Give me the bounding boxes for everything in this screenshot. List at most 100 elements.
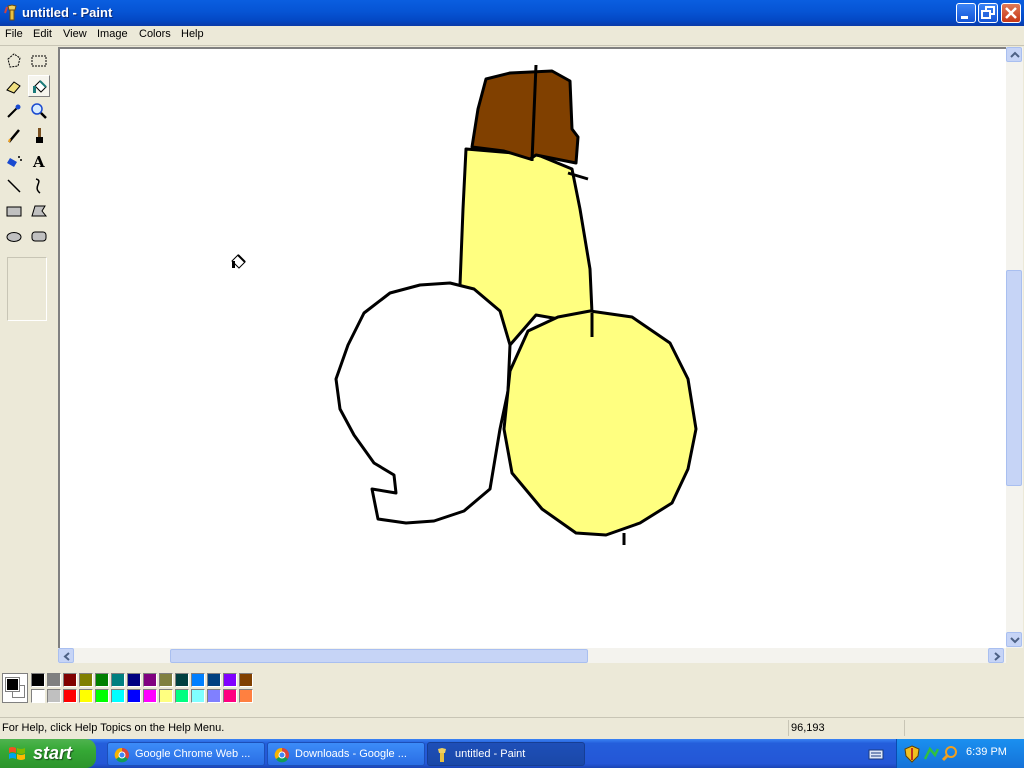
menu-colors[interactable]: Colors bbox=[139, 28, 171, 40]
palette-swatch[interactable] bbox=[47, 673, 61, 687]
taskbar-item-chrome-web[interactable]: Google Chrome Web ... bbox=[107, 742, 265, 766]
brush-icon bbox=[36, 128, 43, 143]
palette-swatch[interactable] bbox=[239, 689, 253, 703]
window-title: untitled - Paint bbox=[22, 5, 113, 20]
palette-swatch[interactable] bbox=[111, 673, 125, 687]
tool-options-box[interactable] bbox=[7, 257, 47, 321]
palette-swatch[interactable] bbox=[95, 689, 109, 703]
menu-view[interactable]: View bbox=[63, 28, 87, 40]
palette-swatch[interactable] bbox=[191, 689, 205, 703]
rect-select-icon bbox=[31, 55, 47, 67]
canvas-area[interactable] bbox=[58, 47, 1006, 648]
tool-free-form-select[interactable] bbox=[3, 50, 25, 72]
chevron-up-icon bbox=[1010, 51, 1020, 58]
curve-icon bbox=[35, 178, 41, 194]
network-icon[interactable] bbox=[923, 745, 939, 763]
palette-swatch[interactable] bbox=[63, 673, 77, 687]
tool-rectangle[interactable] bbox=[3, 200, 25, 222]
windows-logo-icon bbox=[9, 747, 25, 760]
palette-swatch[interactable] bbox=[223, 689, 237, 703]
palette-swatch[interactable] bbox=[175, 689, 189, 703]
shield-icon[interactable] bbox=[904, 745, 920, 763]
toolbox: A bbox=[0, 47, 56, 663]
maximize-button[interactable] bbox=[978, 3, 998, 23]
taskbar-item-label: Downloads - Google ... bbox=[295, 748, 407, 760]
tool-pick-color[interactable] bbox=[3, 100, 25, 122]
drawing-right-circle bbox=[502, 309, 698, 537]
drawing-canvas[interactable] bbox=[60, 49, 1006, 648]
search-icon[interactable] bbox=[942, 745, 958, 763]
palette-swatch[interactable] bbox=[95, 673, 109, 687]
line-icon bbox=[7, 179, 21, 193]
scroll-up-button[interactable] bbox=[1006, 47, 1022, 62]
palette-swatch[interactable] bbox=[127, 689, 141, 703]
chevron-left-icon bbox=[63, 652, 70, 661]
palette-swatch[interactable] bbox=[143, 673, 157, 687]
tool-curve[interactable] bbox=[28, 175, 50, 197]
free-select-icon bbox=[7, 53, 21, 68]
taskbar-item-downloads[interactable]: Downloads - Google ... bbox=[267, 742, 425, 766]
palette-swatch[interactable] bbox=[191, 673, 205, 687]
chrome-icon bbox=[274, 747, 289, 763]
taskbar-item-label: Google Chrome Web ... bbox=[135, 748, 251, 760]
taskbar-item-label: untitled - Paint bbox=[455, 748, 526, 760]
ellipse-icon bbox=[6, 232, 22, 242]
tool-fill-with-color[interactable] bbox=[28, 75, 50, 97]
palette-swatch[interactable] bbox=[79, 689, 93, 703]
palette-swatch[interactable] bbox=[47, 689, 61, 703]
palette-swatch[interactable] bbox=[239, 673, 253, 687]
menu-file[interactable]: File bbox=[5, 28, 23, 40]
minimize-button[interactable] bbox=[956, 3, 976, 23]
keyboard-icon[interactable] bbox=[868, 746, 884, 762]
close-button[interactable] bbox=[1001, 3, 1021, 23]
palette-swatch[interactable] bbox=[63, 689, 77, 703]
horizontal-scroll-thumb[interactable] bbox=[170, 649, 588, 663]
palette-swatch[interactable] bbox=[159, 689, 173, 703]
menu-edit[interactable]: Edit bbox=[33, 28, 52, 40]
tool-select[interactable] bbox=[28, 50, 50, 72]
title-bar[interactable] bbox=[0, 0, 1024, 26]
menu-image[interactable]: Image bbox=[97, 28, 128, 40]
palette-swatch[interactable] bbox=[207, 673, 221, 687]
tool-brush[interactable] bbox=[28, 125, 50, 147]
pencil-icon bbox=[8, 129, 20, 143]
svg-text:A: A bbox=[32, 153, 45, 171]
scroll-left-button[interactable] bbox=[58, 648, 74, 663]
palette-swatch[interactable] bbox=[31, 673, 45, 687]
taskbar-item-paint[interactable]: untitled - Paint bbox=[427, 742, 585, 766]
palette-swatch[interactable] bbox=[79, 673, 93, 687]
tool-ellipse[interactable] bbox=[3, 225, 25, 247]
palette-swatch[interactable] bbox=[207, 689, 221, 703]
menu-help[interactable]: Help bbox=[181, 28, 204, 40]
menu-bar: File Edit View Image Colors Help bbox=[0, 26, 1024, 46]
tool-pencil[interactable] bbox=[3, 125, 25, 147]
tool-magnifier[interactable] bbox=[28, 100, 50, 122]
tool-polygon[interactable] bbox=[28, 200, 50, 222]
paint-app-icon bbox=[4, 4, 17, 21]
palette-swatch[interactable] bbox=[31, 689, 45, 703]
scroll-down-button[interactable] bbox=[1006, 632, 1022, 647]
palette-swatch[interactable] bbox=[143, 689, 157, 703]
status-help-text: For Help, click Help Topics on the Help … bbox=[2, 722, 225, 734]
airbrush-icon bbox=[7, 156, 22, 167]
palette-swatch[interactable] bbox=[159, 673, 173, 687]
tool-rounded-rectangle[interactable] bbox=[28, 225, 50, 247]
scroll-right-button[interactable] bbox=[988, 648, 1004, 663]
start-label: start bbox=[33, 743, 73, 763]
palette-swatch[interactable] bbox=[111, 689, 125, 703]
tool-line[interactable] bbox=[3, 175, 25, 197]
drawing-cap-shape bbox=[470, 69, 580, 165]
palette-swatch[interactable] bbox=[175, 673, 189, 687]
palette-swatch[interactable] bbox=[223, 673, 237, 687]
cursor-coordinates: 96,193 bbox=[791, 722, 825, 734]
clock: 6:39 PM bbox=[966, 746, 1007, 758]
vertical-scroll-thumb[interactable] bbox=[1006, 270, 1022, 486]
tool-text[interactable]: A bbox=[28, 150, 50, 172]
palette-swatch[interactable] bbox=[127, 673, 141, 687]
drawing-left-circle bbox=[334, 281, 512, 525]
rectangle-icon bbox=[6, 206, 22, 217]
eyedropper-icon bbox=[7, 104, 21, 118]
tool-airbrush[interactable] bbox=[3, 150, 25, 172]
paint-bucket-icon bbox=[33, 80, 47, 93]
tool-eraser[interactable] bbox=[3, 75, 25, 97]
